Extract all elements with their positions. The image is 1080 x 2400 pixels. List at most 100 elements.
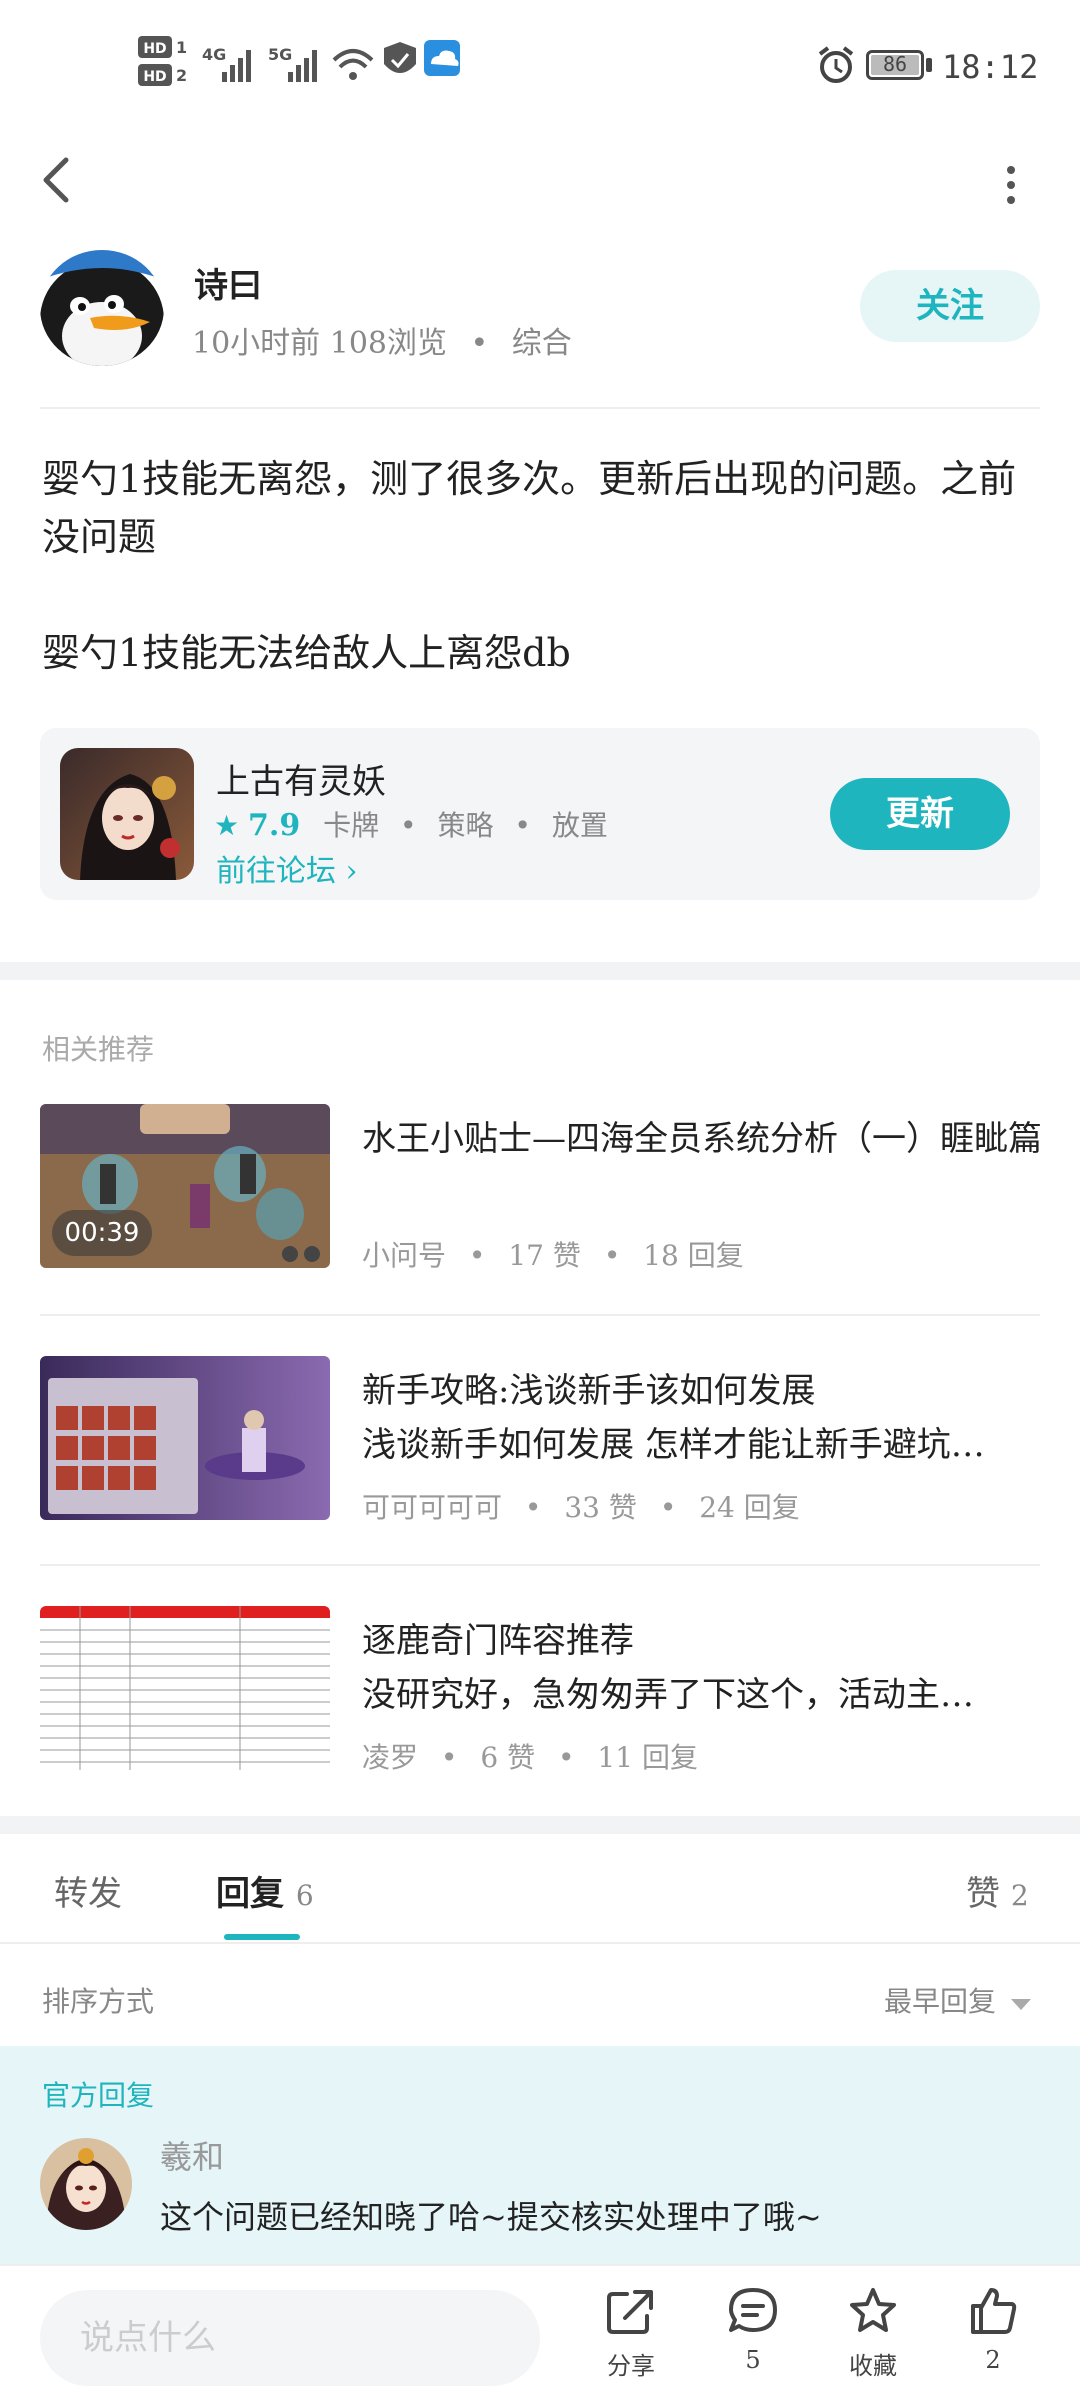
svg-text:1: 1 bbox=[176, 38, 187, 57]
favorite-label[interactable]: 收藏 bbox=[828, 2346, 918, 2381]
game-rating: ★ 7.9 卡牌 • 策略 • 放置 bbox=[214, 804, 608, 844]
svg-text:2: 2 bbox=[176, 66, 187, 85]
reply-author[interactable]: 羲和 bbox=[160, 2132, 224, 2178]
post-body: 婴勺1技能无离怨，测了很多次。更新后出现的问题。之前没问题 婴勺1技能无法给敌人… bbox=[42, 450, 1042, 740]
meta-dot: • bbox=[524, 1491, 542, 1524]
list-divider bbox=[40, 1564, 1040, 1566]
post-category: 综合 bbox=[511, 326, 572, 361]
related-heading: 相关推荐 bbox=[42, 1033, 155, 1066]
thumbs-up-icon bbox=[971, 2288, 1017, 2334]
game-tag: 放置 bbox=[551, 809, 608, 842]
related-likes: 33 bbox=[564, 1491, 600, 1524]
related-thumbnail[interactable] bbox=[40, 1606, 330, 1770]
svg-text:HD: HD bbox=[143, 69, 166, 85]
comment-count[interactable]: 5 bbox=[708, 2346, 798, 2374]
reply-text: 这个问题已经知晓了哈~提交核实处理中了哦~ bbox=[160, 2198, 822, 2236]
related-replies: 24 bbox=[699, 1491, 735, 1524]
related-title-line[interactable]: 逐鹿奇门阵容推荐 bbox=[362, 1614, 1052, 1668]
follow-button[interactable]: 关注 bbox=[860, 270, 1040, 342]
related-subtitle[interactable]: 浅谈新手如何发展 怎样才能让新手避坑… bbox=[362, 1418, 1052, 1472]
post-meta: 10小时前 108浏览 • 综合 bbox=[192, 318, 572, 362]
comment-input[interactable]: 说点什么 bbox=[40, 2290, 540, 2386]
tab-reply-label[interactable]: 回复 bbox=[216, 1874, 284, 1914]
game-name[interactable]: 上古有灵妖 bbox=[216, 754, 386, 803]
game-tag: 策略 bbox=[437, 809, 494, 842]
official-reply: 官方回复 羲和 这个问题已经知晓了哈~提交核实处理中了哦~ bbox=[0, 2046, 1080, 2264]
game-score: 7.9 bbox=[248, 808, 301, 843]
tab-reply-count: 6 bbox=[295, 1879, 314, 1912]
related-meta: 凌罗 • 6 赞 • 11 回复 bbox=[362, 1736, 698, 1776]
meta-dot: • bbox=[440, 1741, 458, 1774]
related-item[interactable]: 逐鹿奇门阵容推荐 没研究好，急匆匆弄了下这个，活动主… 凌罗 • 6 赞 • 1… bbox=[40, 1606, 1040, 1774]
related-thumbnail[interactable]: 00:39 bbox=[40, 1104, 330, 1268]
related-likes: 6 bbox=[480, 1741, 499, 1774]
meta-dot: • bbox=[603, 1239, 621, 1272]
bottom-action-bar: 说点什么 分享 5 收藏 2 bbox=[0, 2264, 1080, 2400]
tab-like-count: 2 bbox=[1010, 1879, 1029, 1912]
back-arrow-icon[interactable] bbox=[36, 150, 76, 210]
related-replies: 18 bbox=[643, 1239, 679, 1272]
related-likes: 17 bbox=[508, 1239, 544, 1272]
related-item[interactable]: 新手攻略:浅谈新手该如何发展 浅谈新手如何发展 怎样才能让新手避坑… 可可可可可… bbox=[40, 1356, 1040, 1524]
game-tag: 卡牌 bbox=[323, 809, 380, 842]
update-button[interactable]: 更新 bbox=[830, 778, 1010, 850]
official-reply-label: 官方回复 bbox=[42, 2079, 155, 2112]
tab-like-label[interactable]: 赞 bbox=[966, 1874, 1000, 1914]
related-replies-unit: 回复 bbox=[743, 1491, 800, 1524]
related-meta: 可可可可可 • 33 赞 • 24 回复 bbox=[362, 1486, 800, 1526]
related-author: 凌罗 bbox=[362, 1741, 419, 1774]
author-avatar[interactable] bbox=[40, 250, 164, 366]
related-title[interactable]: 新手攻略:浅谈新手该如何发展 浅谈新手如何发展 怎样才能让新手避坑… bbox=[362, 1364, 1052, 1472]
forum-link[interactable]: 前往论坛 › bbox=[216, 846, 358, 890]
comment-button[interactable]: 5 bbox=[708, 2286, 798, 2374]
sort-dropdown[interactable]: 最早回复 bbox=[884, 1980, 1033, 2020]
related-title-line[interactable]: 新手攻略:浅谈新手该如何发展 bbox=[362, 1364, 1052, 1418]
list-divider bbox=[40, 1314, 1040, 1316]
tab-forward[interactable]: 转发 bbox=[54, 1866, 122, 1915]
status-bar: HD HD 1 2 4G 5G 86 18:12 bbox=[0, 0, 1080, 130]
related-subtitle[interactable]: 没研究好，急匆匆弄了下这个，活动主… bbox=[362, 1668, 1052, 1722]
meta-dot: • bbox=[558, 1741, 575, 1774]
tab-divider bbox=[0, 1942, 1080, 1944]
related-thumbnail[interactable] bbox=[40, 1356, 330, 1520]
svg-text:HD: HD bbox=[143, 41, 166, 57]
like-button[interactable]: 2 bbox=[948, 2286, 1038, 2374]
tab-like[interactable]: 赞 2 bbox=[966, 1866, 1029, 1915]
author-name[interactable]: 诗曰 bbox=[194, 258, 262, 307]
svg-text:5G: 5G bbox=[268, 45, 292, 64]
share-button[interactable]: 分享 bbox=[586, 2286, 676, 2381]
tag-dot: • bbox=[400, 809, 417, 842]
forum-link-label[interactable]: 前往论坛 bbox=[216, 854, 336, 889]
battery-icon: 86 bbox=[866, 50, 924, 80]
post-time: 10小时前 bbox=[192, 326, 321, 361]
related-likes-unit: 赞 bbox=[608, 1491, 637, 1524]
related-title[interactable]: 水王小贴士—四海全员系统分析（一）睚眦篇 bbox=[362, 1112, 1052, 1166]
meta-dot: • bbox=[468, 1239, 486, 1272]
section-separator bbox=[0, 1816, 1080, 1834]
related-replies-unit: 回复 bbox=[687, 1239, 744, 1272]
related-meta: 小问号 • 17 赞 • 18 回复 bbox=[362, 1234, 744, 1274]
post-views: 108浏览 bbox=[329, 326, 447, 361]
related-likes-unit: 赞 bbox=[507, 1741, 536, 1774]
sort-value[interactable]: 最早回复 bbox=[884, 1985, 996, 2018]
like-count[interactable]: 2 bbox=[948, 2346, 1038, 2374]
related-replies: 11 bbox=[597, 1741, 634, 1774]
reply-avatar[interactable] bbox=[40, 2138, 132, 2230]
battery-level: 86 bbox=[882, 52, 908, 76]
section-separator bbox=[0, 962, 1080, 980]
meta-dot: • bbox=[470, 326, 489, 361]
meta-dot: • bbox=[659, 1491, 677, 1524]
clock: 18:12 bbox=[942, 48, 1039, 86]
share-label[interactable]: 分享 bbox=[586, 2346, 676, 2381]
favorite-button[interactable]: 收藏 bbox=[828, 2286, 918, 2381]
chevron-right-icon: › bbox=[345, 854, 358, 889]
tab-reply[interactable]: 回复 6 bbox=[216, 1866, 314, 1915]
related-title[interactable]: 逐鹿奇门阵容推荐 没研究好，急匆匆弄了下这个，活动主… bbox=[362, 1614, 1052, 1722]
video-duration: 00:39 bbox=[52, 1210, 152, 1256]
star-icon: ★ bbox=[214, 809, 240, 842]
comment-icon bbox=[729, 2288, 777, 2332]
more-options-icon[interactable] bbox=[996, 160, 1026, 210]
game-card[interactable]: 上古有灵妖 ★ 7.9 卡牌 • 策略 • 放置 前往论坛 › 更新 bbox=[40, 728, 1040, 900]
game-icon[interactable] bbox=[60, 748, 194, 880]
related-item[interactable]: 00:39 水王小贴士—四海全员系统分析（一）睚眦篇 小问号 • 17 赞 • … bbox=[40, 1104, 1042, 1272]
